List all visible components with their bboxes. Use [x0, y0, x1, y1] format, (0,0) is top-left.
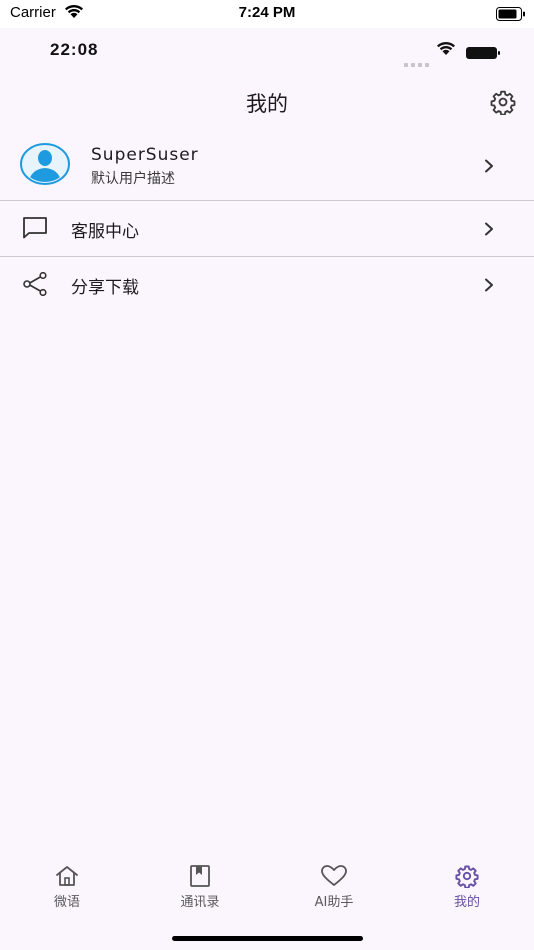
tab-mine[interactable]: 我的: [417, 864, 517, 920]
bookmark-book-icon: [190, 865, 210, 887]
chat-bubble-icon: [22, 216, 48, 240]
menu-item-label: 分享下载: [71, 278, 139, 298]
home-icon: [56, 866, 78, 886]
chevron-right-icon: [482, 277, 496, 292]
profile-name: SuperSuser: [91, 145, 199, 165]
page-title: 我的: [246, 92, 288, 116]
gear-icon: [455, 865, 479, 888]
menu-item-label: 客服中心: [71, 222, 139, 242]
tab-label: 微语: [53, 895, 80, 910]
wifi-icon: [436, 41, 456, 60]
heart-icon: [321, 865, 347, 886]
battery-icon: [466, 44, 500, 63]
settings-button[interactable]: [490, 89, 516, 116]
tab-label: 通讯录: [180, 895, 220, 910]
simulator-clock: 7:24 PM: [238, 4, 296, 21]
tab-label: AI助手: [314, 895, 354, 910]
menu-item-customer-service[interactable]: 客服中心: [0, 201, 534, 255]
simulator-status-bar: Carrier 7:24 PM: [0, 0, 534, 28]
profile-row[interactable]: SuperSuser 默认用户描述: [0, 132, 534, 200]
profile-description: 默认用户描述: [91, 171, 175, 187]
battery-icon: [496, 6, 526, 25]
gear-icon: [490, 90, 516, 116]
menu-item-share-download[interactable]: 分享下载: [0, 257, 534, 311]
tab-label: 我的: [453, 895, 480, 910]
app-status-bar: 22:08: [0, 28, 534, 72]
tab-weiyu[interactable]: 微语: [17, 864, 117, 920]
chevron-right-icon: [482, 221, 496, 236]
share-icon: [22, 271, 48, 297]
bottom-navigation: 微语 通讯录 AI助手 我的: [0, 852, 534, 922]
signal-dots-icon: [404, 52, 430, 71]
avatar: [20, 143, 70, 185]
tab-contacts[interactable]: 通讯录: [150, 864, 250, 920]
home-indicator: [172, 936, 363, 941]
chevron-right-icon: [482, 158, 496, 173]
tab-ai-assistant[interactable]: AI助手: [284, 864, 384, 920]
app-clock: 22:08: [50, 40, 99, 59]
page-header: 我的: [0, 80, 534, 124]
